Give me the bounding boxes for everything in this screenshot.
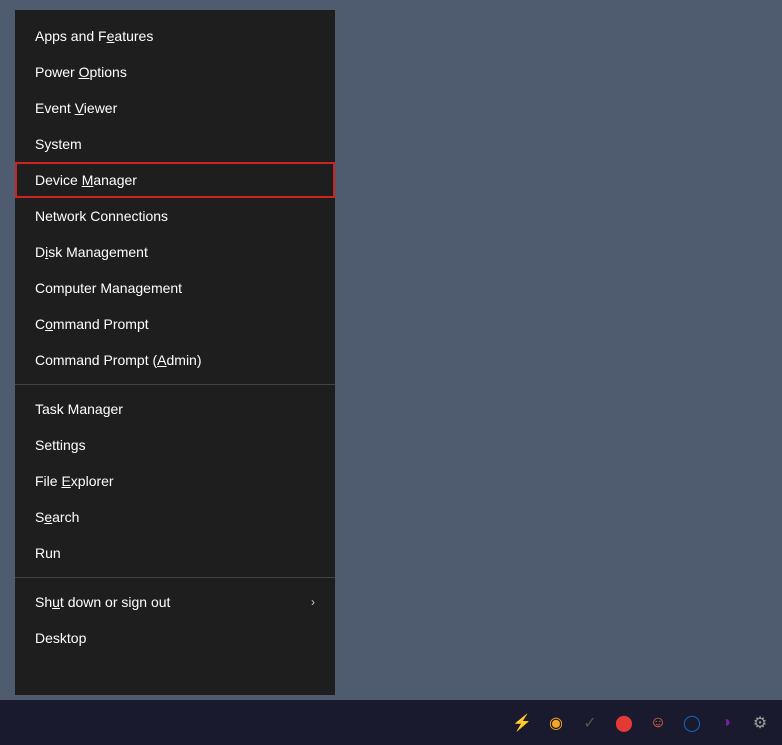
menu-item-command-prompt[interactable]: Command Prompt <box>15 306 335 342</box>
menu-item-system[interactable]: System <box>15 126 335 162</box>
menu-item-label-system: System <box>35 136 82 152</box>
menu-item-label-event-viewer: Event Viewer <box>35 100 117 116</box>
menu-item-event-viewer[interactable]: Event Viewer <box>15 90 335 126</box>
menu-item-label-computer-management: Computer Management <box>35 280 182 296</box>
menu-item-computer-management[interactable]: Computer Management <box>15 270 335 306</box>
menu-item-label-desktop: Desktop <box>35 630 86 646</box>
notification-icon-3[interactable]: ✓ <box>576 709 604 737</box>
menu-item-label-power-options: Power Options <box>35 64 127 80</box>
menu-item-label-run: Run <box>35 545 61 561</box>
menu-item-label-command-prompt-admin: Command Prompt (Admin) <box>35 352 202 368</box>
menu-item-label-settings: Settings <box>35 437 86 453</box>
menu-item-label-device-manager: Device Manager <box>35 172 137 188</box>
menu-item-power-options[interactable]: Power Options <box>15 54 335 90</box>
menu-item-device-manager[interactable]: Device Manager <box>15 162 335 198</box>
menu-item-label-file-explorer: File Explorer <box>35 473 114 489</box>
notification-icon-5[interactable]: ☺ <box>644 709 672 737</box>
menu-item-label-network-connections: Network Connections <box>35 208 168 224</box>
menu-item-shut-down[interactable]: Shut down or sign out › <box>15 584 335 620</box>
menu-item-label-shut-down: Shut down or sign out <box>35 594 170 610</box>
menu-item-disk-management[interactable]: Disk Management <box>15 234 335 270</box>
menu-divider <box>15 577 335 578</box>
menu-item-task-manager[interactable]: Task Manager <box>15 391 335 427</box>
menu-item-run[interactable]: Run <box>15 535 335 571</box>
menu-item-command-prompt-admin[interactable]: Command Prompt (Admin) <box>15 342 335 378</box>
context-menu: Apps and Features Power Options Event View… <box>15 10 335 695</box>
notification-icon-7[interactable]: ◑ <box>712 709 740 737</box>
menu-item-search[interactable]: Search <box>15 499 335 535</box>
menu-divider <box>15 384 335 385</box>
menu-item-label-search: Search <box>35 509 79 525</box>
notification-icon-1[interactable]: ⚡ <box>508 709 536 737</box>
menu-item-desktop[interactable]: Desktop <box>15 620 335 656</box>
menu-item-file-explorer[interactable]: File Explorer <box>15 463 335 499</box>
menu-item-settings[interactable]: Settings <box>15 427 335 463</box>
taskbar: ⚡◉✓⬤☺◯◑⚙ <box>0 700 782 745</box>
desktop: Apps and Features Power Options Event View… <box>0 0 782 745</box>
menu-item-label-command-prompt: Command Prompt <box>35 316 149 332</box>
menu-item-apps-features[interactable]: Apps and Features <box>15 18 335 54</box>
menu-item-label-disk-management: Disk Management <box>35 244 148 260</box>
settings-icon[interactable]: ⚙ <box>746 709 774 737</box>
notification-icon-6[interactable]: ◯ <box>678 709 706 737</box>
notification-icon-4[interactable]: ⬤ <box>610 709 638 737</box>
menu-item-label-apps-features: Apps and Features <box>35 28 153 44</box>
submenu-arrow-icon: › <box>311 595 315 609</box>
notification-icon-2[interactable]: ◉ <box>542 709 570 737</box>
menu-item-network-connections[interactable]: Network Connections <box>15 198 335 234</box>
menu-item-label-task-manager: Task Manager <box>35 401 123 417</box>
